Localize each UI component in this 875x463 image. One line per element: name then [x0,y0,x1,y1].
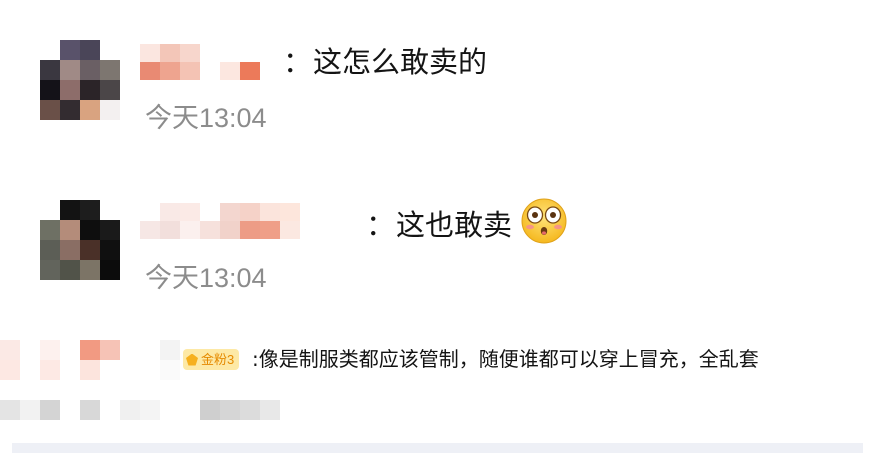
comment-text: 这怎么敢卖的 [313,45,488,79]
comment-time: 今天13:04 [145,263,267,293]
comment-separator: ： [283,45,313,79]
fan-level-badge[interactable]: 金粉3 [183,349,240,370]
username-blurred[interactable] [140,203,360,239]
divider [12,443,863,453]
avatar[interactable] [40,40,120,120]
comment-text: :像是制服类都应该管制，随便谁都可以穿上冒充，全乱套 [252,347,759,371]
avatar[interactable] [40,200,120,280]
flushed-face-icon [521,198,567,244]
badge-label: 金粉3 [201,352,235,367]
gem-icon [186,353,198,366]
username-blurred[interactable] [140,44,280,80]
time-blurred [0,400,280,420]
comment-separator: ： [366,208,396,242]
comment-time: 今天13:04 [145,103,267,133]
comment-text: 这也敢卖 [396,208,513,242]
username-blurred[interactable] [0,340,180,380]
